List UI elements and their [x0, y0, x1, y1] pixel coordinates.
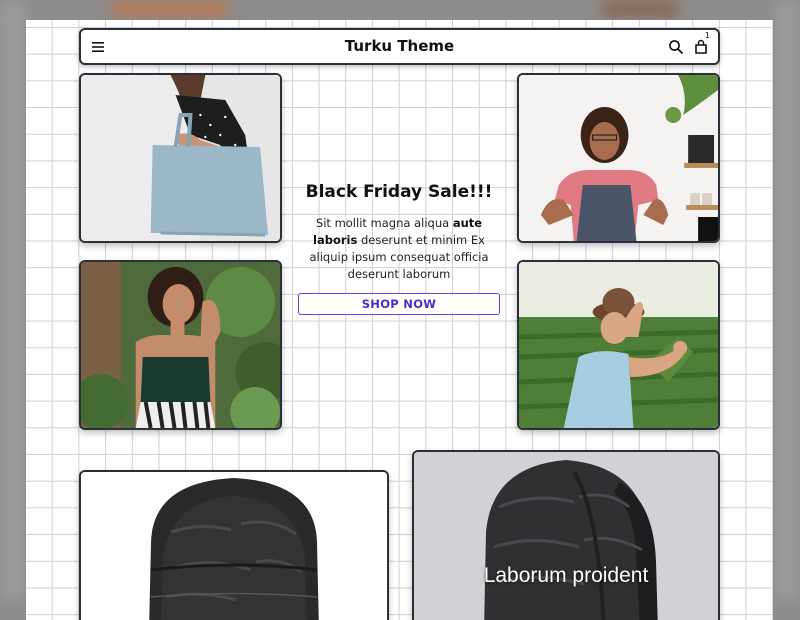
- image-woman-with-bag[interactable]: [79, 73, 282, 243]
- background-blur: [0, 0, 26, 600]
- promo-heading: Black Friday Sale!!!: [305, 182, 493, 202]
- background-blur: [110, 0, 230, 18]
- page: Turku Theme 1 Black Friday Sale!!! Sit m…: [26, 20, 773, 620]
- background-blur: [600, 0, 680, 18]
- search-icon[interactable]: [667, 38, 685, 56]
- site-title[interactable]: Turku Theme: [81, 30, 718, 63]
- product-card-backpack[interactable]: [79, 470, 389, 620]
- image-woman-in-apron[interactable]: [517, 73, 720, 243]
- shop-now-button[interactable]: SHOP NOW: [298, 293, 500, 315]
- promo-text-part: Sit mollit magna aliqua: [315, 216, 453, 230]
- product-title[interactable]: Laborum proident: [414, 564, 718, 588]
- image-man-with-hat[interactable]: [517, 260, 720, 430]
- promo-text: Sit mollit magna aliqua aute laboris des…: [296, 215, 502, 283]
- cart-count-badge: 1: [704, 31, 710, 40]
- product-card-laborum-proident[interactable]: Laborum proident: [412, 450, 720, 620]
- header-bar: Turku Theme 1: [79, 28, 720, 65]
- shopping-bag-icon[interactable]: [692, 38, 710, 56]
- image-woman-in-garden[interactable]: [79, 260, 282, 430]
- promo-section: Black Friday Sale!!! Sit mollit magna al…: [296, 182, 502, 315]
- background-blur: [775, 0, 800, 600]
